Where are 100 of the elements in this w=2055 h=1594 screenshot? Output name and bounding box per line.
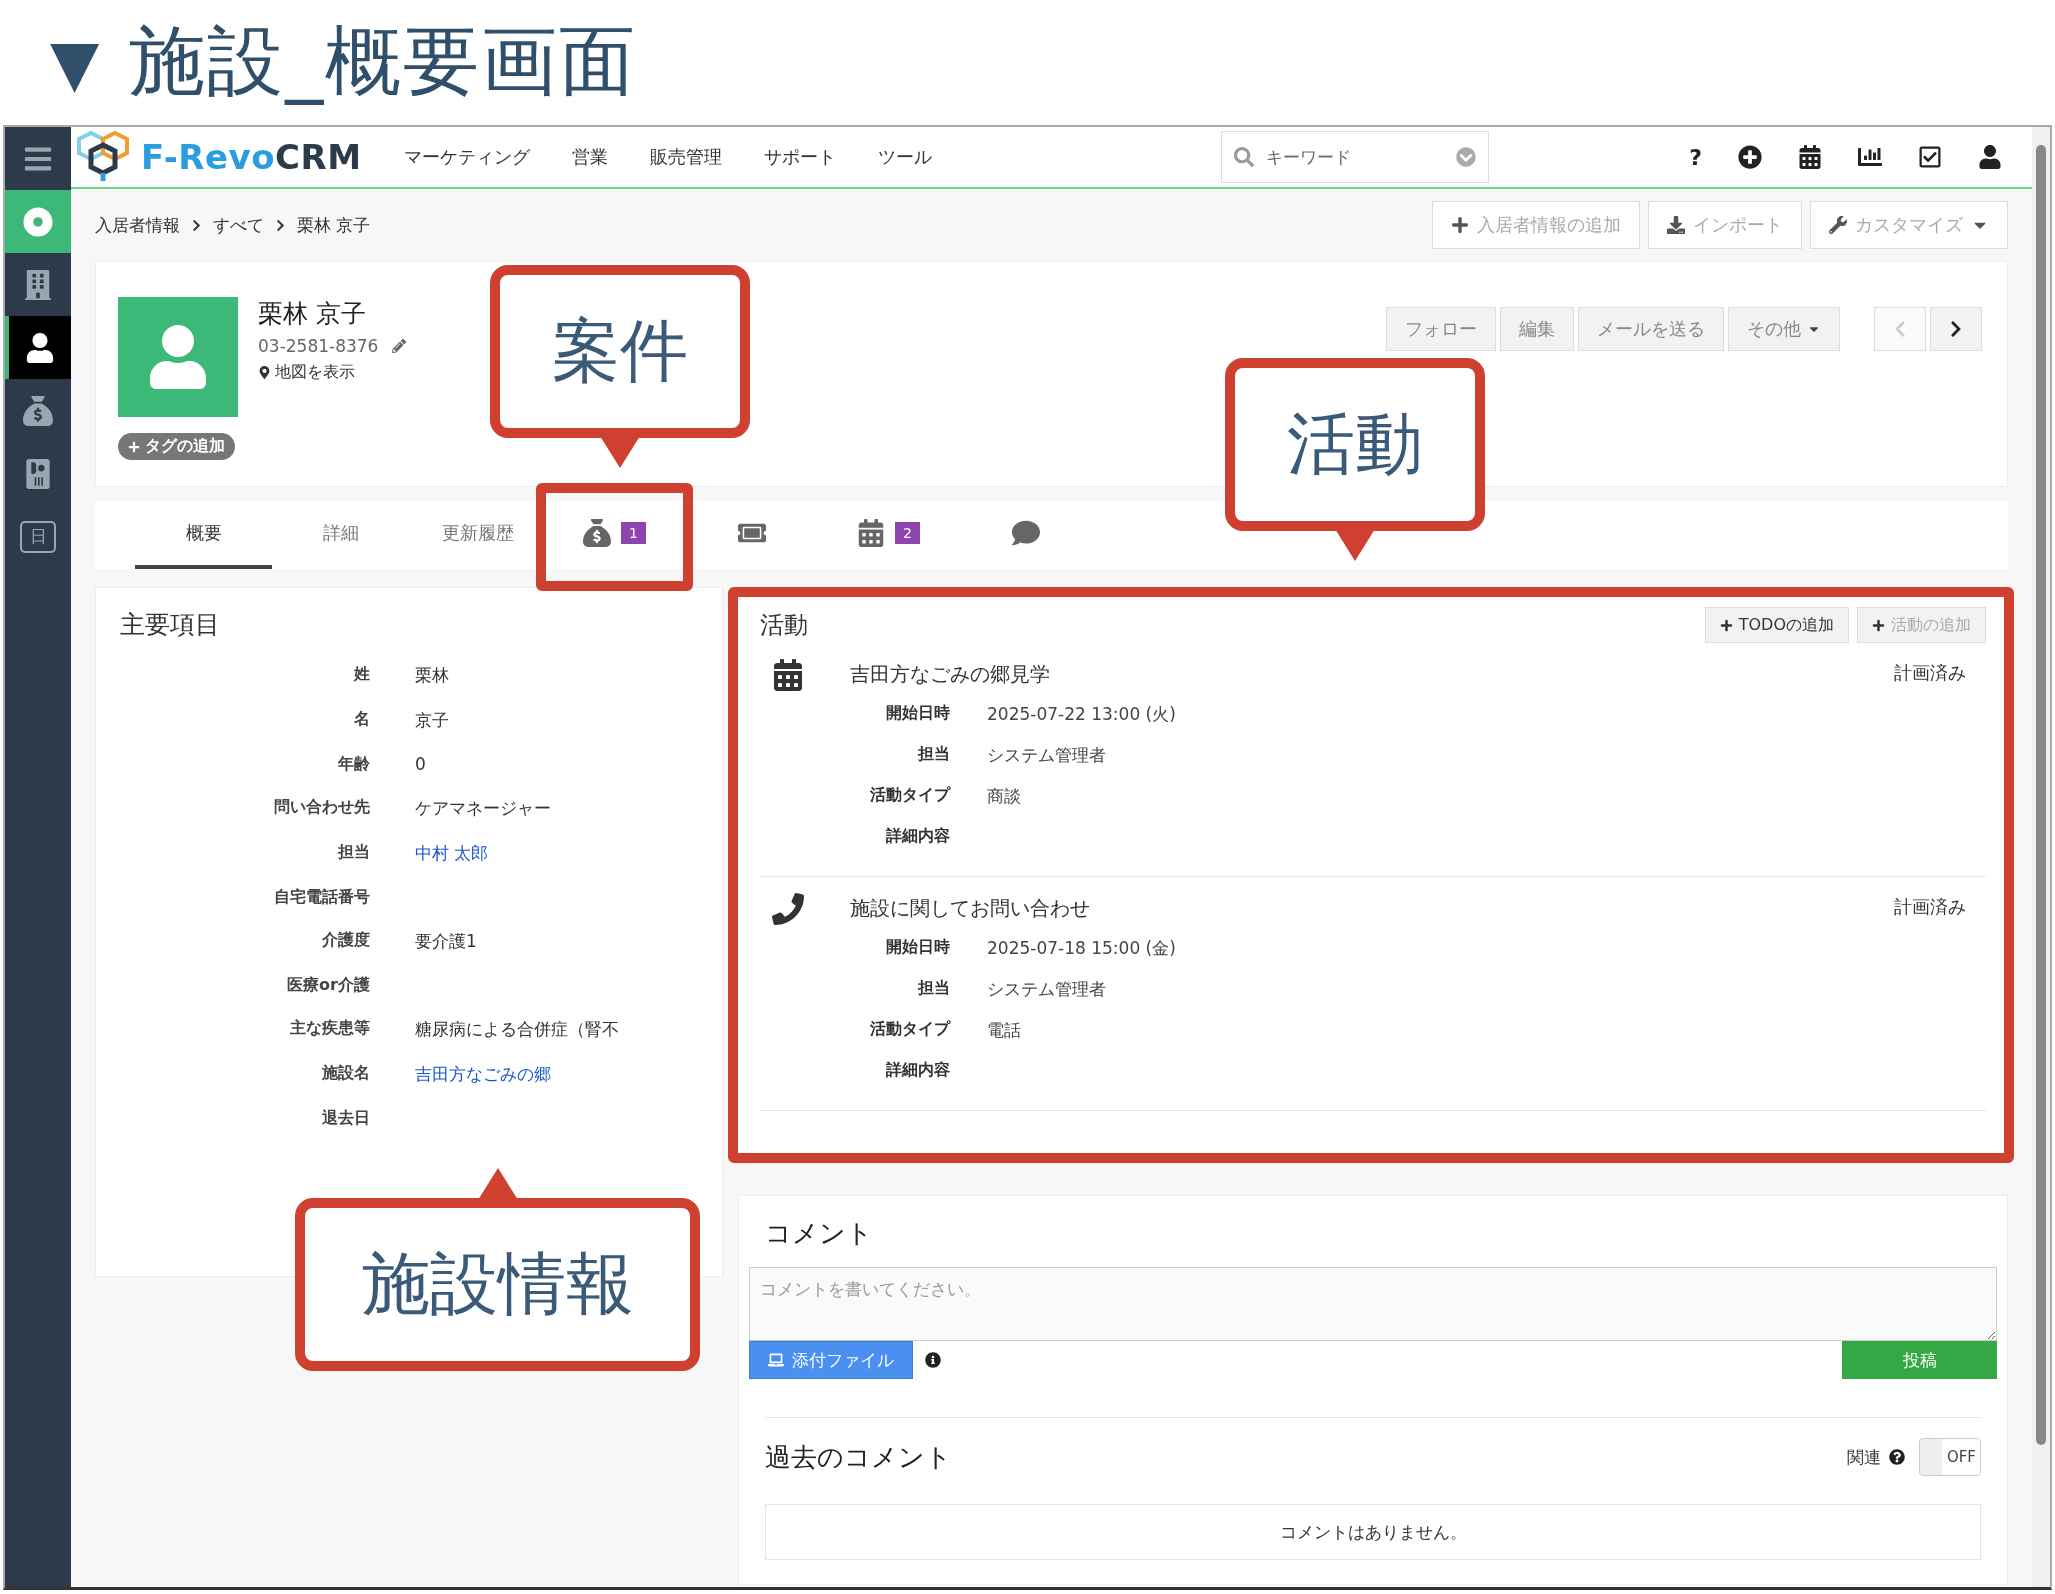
- field-value: ケアマネージャー: [415, 797, 552, 820]
- field-label: 医療or介護: [286, 974, 370, 996]
- breadcrumb-link[interactable]: すべて: [213, 213, 264, 237]
- tab[interactable]: 概要: [135, 501, 272, 569]
- add-tag-button[interactable]: タグの追加: [118, 433, 235, 460]
- field-value: 電話: [987, 1019, 1022, 1042]
- field-value: 糖尿病による合併症（腎不: [415, 1018, 620, 1041]
- menu-item[interactable]: 販売管理: [649, 145, 722, 169]
- field-label: 活動タイプ: [869, 784, 950, 806]
- laptop-icon: [768, 1352, 784, 1368]
- checkbox-icon[interactable]: [1918, 145, 1942, 169]
- activity-title[interactable]: 施設に関してお問い合わせ: [850, 885, 1894, 928]
- day-icon[interactable]: 日: [20, 520, 56, 553]
- field-label: 活動タイプ: [869, 1018, 950, 1040]
- logo-icon: [77, 131, 131, 183]
- search-box[interactable]: キーワード: [1221, 131, 1490, 183]
- callout: 案件: [490, 265, 750, 438]
- field-label: 問い合わせ先: [273, 796, 370, 818]
- field-value: 2025-07-22 13:00 (火): [987, 703, 1177, 726]
- menu-item[interactable]: 営業: [571, 145, 608, 169]
- comment-field[interactable]: コメントを書いてください。: [749, 1267, 1997, 1341]
- field-label: 介護度: [321, 929, 370, 951]
- field-label: 施設名: [321, 1062, 370, 1084]
- next-button[interactable]: [1930, 307, 1982, 351]
- section-title: 活動: [760, 610, 808, 641]
- add-button[interactable]: TODOの追加: [1704, 607, 1849, 643]
- breadcrumb-link[interactable]: 入居者情報: [95, 213, 180, 237]
- tab[interactable]: 詳細: [272, 501, 409, 569]
- field-label: 主な疾患等: [289, 1017, 370, 1039]
- field-value: 商談: [987, 785, 1022, 808]
- activity-status: 計画済み: [1894, 661, 1967, 685]
- activity-status: 計画済み: [1894, 895, 1967, 919]
- field-label: 詳細内容: [885, 1059, 950, 1081]
- field-label: 担当: [336, 841, 370, 863]
- menu-item[interactable]: ツール: [877, 145, 932, 169]
- field-label: 姓: [352, 663, 370, 685]
- sidebar-item[interactable]: 日: [5, 505, 71, 568]
- page-heading: 施設_概要画面: [129, 15, 638, 107]
- count-badge: 1: [621, 522, 646, 544]
- speech-bubble-icon: [1011, 519, 1040, 547]
- toggle-switch[interactable]: OFF: [1919, 1438, 1981, 1476]
- sidebar-item[interactable]: [5, 316, 71, 379]
- plus-icon: [128, 440, 140, 453]
- money-bag-icon[interactable]: [23, 395, 53, 426]
- plus-icon: [1872, 618, 1885, 632]
- tab[interactable]: 1: [546, 501, 683, 569]
- add-icon[interactable]: [1738, 145, 1762, 169]
- chevron-icon: [274, 218, 287, 232]
- toggle-label: 関連: [1847, 1445, 1881, 1469]
- chevron-icon: [190, 218, 203, 232]
- record-name: 栗林 京子: [258, 298, 367, 330]
- field-label: 退去日: [321, 1107, 370, 1129]
- plus-icon: [1451, 216, 1469, 234]
- field-value: システム管理者: [987, 978, 1107, 1001]
- field-value: 0: [415, 753, 427, 776]
- tab[interactable]: 更新履歴: [409, 501, 546, 569]
- map-link[interactable]: 地図を表示: [258, 362, 407, 383]
- building-icon[interactable]: [23, 269, 53, 300]
- user-icon[interactable]: [1978, 145, 2002, 169]
- field-label: 年齢: [337, 753, 370, 775]
- field-label: 詳細内容: [885, 825, 950, 847]
- person-icon[interactable]: [25, 332, 55, 363]
- section-title: 過去のコメント: [765, 1440, 952, 1474]
- scrollbar-thumb[interactable]: [2036, 145, 2046, 1445]
- phone-number: 03-2581-8376: [258, 336, 379, 356]
- menu-item[interactable]: サポート: [763, 145, 836, 169]
- map-pin-icon: [258, 366, 271, 379]
- section-title: コメント: [765, 1217, 874, 1250]
- empty-message: コメントはありません。: [765, 1504, 1981, 1560]
- field-label: 開始日時: [885, 702, 950, 724]
- calendar-icon[interactable]: [1798, 145, 1822, 169]
- calendar-icon: [772, 659, 804, 691]
- breadcrumb-link[interactable]: 栗林 京子: [297, 213, 371, 237]
- help-button[interactable]: ?: [1689, 144, 1702, 170]
- search-icon: [1234, 147, 1255, 167]
- info-icon[interactable]: [925, 1352, 941, 1368]
- field-label: 担当: [916, 977, 950, 999]
- field-value: 要介護1: [415, 930, 478, 953]
- field-link[interactable]: 中村 太郎: [415, 831, 698, 876]
- contact-card-icon[interactable]: [23, 458, 53, 489]
- tab[interactable]: 2: [820, 501, 957, 569]
- activity-title[interactable]: 吉田方なごみの郷見学: [850, 651, 1894, 694]
- field-link[interactable]: 吉田方なごみの郷: [415, 1052, 698, 1097]
- help-icon[interactable]: [1889, 1449, 1905, 1465]
- section-title: 主要項目: [120, 609, 221, 641]
- phone-icon: [772, 893, 804, 925]
- field-label: 自宅電話番号: [273, 886, 370, 908]
- plus-icon: [1719, 618, 1733, 632]
- menu-item[interactable]: マーケティング: [403, 145, 530, 169]
- target-icon[interactable]: [23, 206, 53, 237]
- edit-icon[interactable]: [392, 339, 407, 353]
- bar-chart-icon[interactable]: [1858, 145, 1882, 169]
- field-value: 2025-07-18 15:00 (金): [987, 937, 1177, 960]
- callout: 施設情報: [295, 1198, 700, 1371]
- field-value: 京子: [415, 709, 450, 732]
- wrench-icon: [1829, 216, 1847, 234]
- field-value: システム管理者: [987, 744, 1107, 767]
- field-label: 開始日時: [885, 936, 950, 958]
- field-value: 栗林: [415, 664, 450, 687]
- download-icon: [1667, 216, 1685, 234]
